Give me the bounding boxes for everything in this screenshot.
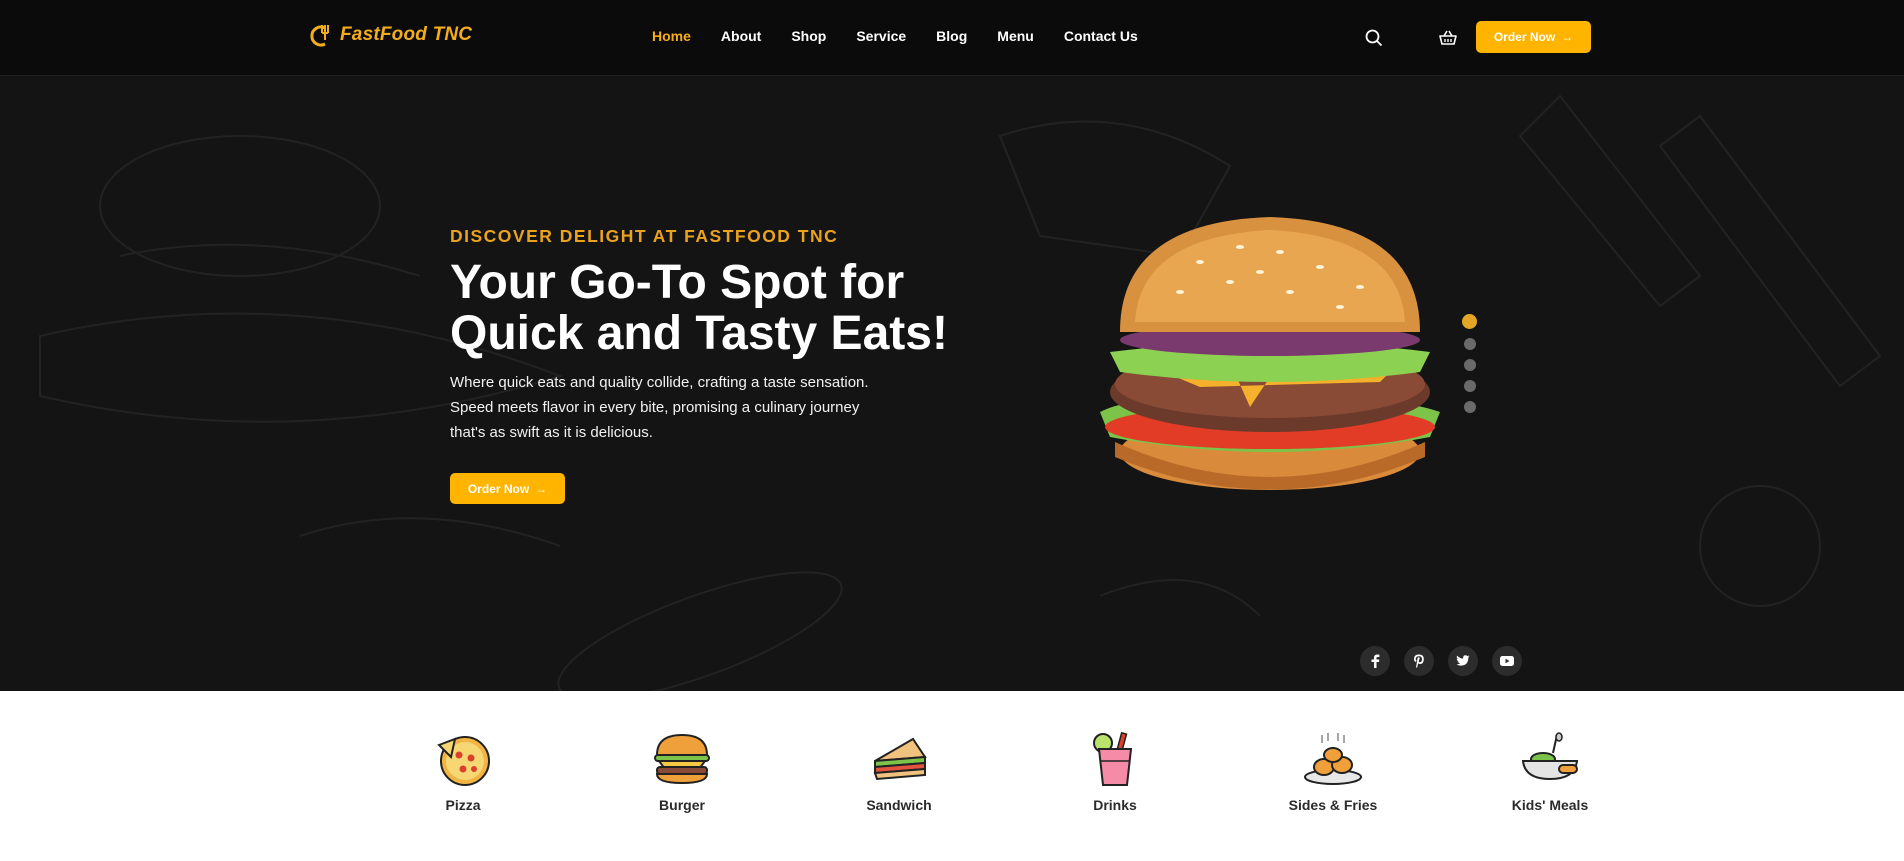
headline-line-1: Your Go-To Spot for [450,256,905,309]
hero-headline: Your Go-To Spot for Quick and Tasty Eats… [450,257,948,359]
hero-description: Where quick eats and quality collide, cr… [450,374,869,441]
slider-dot-2[interactable] [1463,338,1476,350]
headline-line-2: Quick and Tasty Eats! [450,307,948,360]
order-button-label: Order Now [1493,30,1556,44]
category-label: Kids' Meals [1511,797,1589,813]
doodle-background [39,94,1882,691]
nav-service[interactable]: Service [856,28,906,44]
basket-icon[interactable] [1436,26,1460,50]
logo-text: FastFood TNC [340,24,473,45]
drink-icon [1093,731,1133,786]
site-header: FastFood TNC Home About Shop Service Blo… [0,0,1904,76]
burger-icon [654,733,710,785]
nav-about[interactable]: About [721,28,761,44]
slider-dot-4[interactable] [1463,380,1476,392]
hero-section: DISCOVER DELIGHT AT FASTFOOD TNC Your Go… [0,76,1904,691]
pinterest-icon[interactable] [1404,646,1434,676]
salad-bowl-icon [1521,732,1579,781]
slider-dot-3[interactable] [1463,359,1476,371]
category-pizza[interactable]: Pizza [388,731,538,813]
twitter-icon[interactable] [1448,646,1478,676]
category-label: Sides & Fries [1288,797,1378,813]
order-button-label: Order Now [467,481,530,496]
nav-menu[interactable]: Menu [997,28,1034,44]
category-label: Drinks [1093,797,1137,813]
header-order-button[interactable]: Order Now → [1476,21,1591,53]
logo-icon [310,25,329,47]
sandwich-icon [873,737,927,781]
category-drinks[interactable]: Drinks [1040,731,1190,813]
arrow-right-icon: → [535,481,548,496]
slider-dots [1462,314,1477,413]
slider-dot-5[interactable] [1463,401,1476,413]
hero-order-button[interactable]: Order Now → [450,473,565,504]
category-label: Pizza [445,797,481,813]
category-label: Burger [659,797,705,813]
youtube-icon[interactable] [1492,646,1522,676]
nav-contact[interactable]: Contact Us [1064,28,1138,44]
main-nav: Home About Shop Service Blog Menu Contac… [652,28,1138,44]
nav-shop[interactable]: Shop [791,28,826,44]
logo[interactable]: FastFood TNC [310,22,472,48]
pizza-icon [437,736,490,786]
category-label: Sandwich [866,797,932,813]
burger-image [1100,217,1440,490]
search-icon[interactable] [1362,26,1386,50]
category-sides-fries[interactable]: Sides & Fries [1258,731,1408,813]
nav-blog[interactable]: Blog [936,28,967,44]
category-sandwich[interactable]: Sandwich [824,731,974,813]
social-links [1360,646,1522,676]
hero-eyebrow: DISCOVER DELIGHT AT FASTFOOD TNC [450,226,839,246]
nav-home[interactable]: Home [652,28,691,44]
category-strip: Pizza Burger Sandwich Drinks Sides & Fri… [0,691,1904,861]
arrow-right-icon: → [1561,30,1574,44]
chicken-icon [1304,733,1362,785]
slider-dot-1[interactable] [1462,314,1477,329]
category-burger[interactable]: Burger [607,731,757,813]
facebook-icon[interactable] [1360,646,1390,676]
category-kids-meals[interactable]: Kids' Meals [1475,731,1625,813]
